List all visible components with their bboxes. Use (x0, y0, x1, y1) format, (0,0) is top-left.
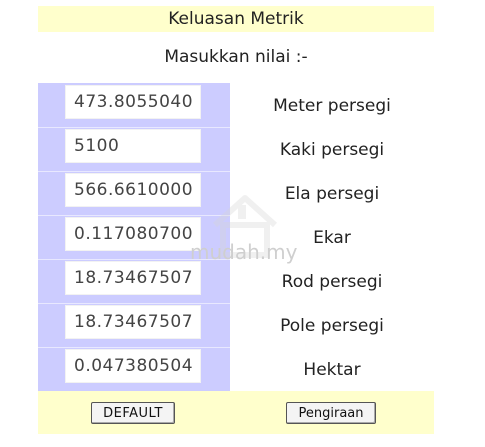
calculate-button[interactable]: Pengiraan (286, 402, 376, 424)
instruction-text: Masukkan nilai :- (164, 47, 308, 67)
unit-label-square-meter: Meter persegi (273, 96, 391, 116)
square-foot-input[interactable]: 5100 (65, 129, 201, 163)
unit-label-square-pole: Pole persegi (280, 316, 384, 336)
square-pole-input[interactable]: 18.73467507 (65, 305, 201, 339)
square-rod-input[interactable]: 18.73467507 (65, 261, 201, 295)
row-divider (38, 347, 230, 348)
unit-label-square-rod: Rod persegi (281, 272, 383, 292)
square-meter-input[interactable]: 473.8055040 (65, 85, 201, 119)
default-button[interactable]: DEFAULT (91, 402, 175, 424)
title-bar: Keluasan Metrik (38, 6, 434, 32)
page-title: Keluasan Metrik (168, 9, 304, 29)
row-divider (38, 171, 230, 172)
square-yard-input[interactable]: 566.6610000 (65, 173, 201, 207)
row-divider (38, 303, 230, 304)
converter-page: Keluasan Metrik Masukkan nilai :- 473.80… (0, 0, 485, 447)
unit-label-square-foot: Kaki persegi (279, 140, 385, 160)
hectare-input[interactable]: 0.047380504 (65, 349, 201, 383)
row-divider (38, 215, 230, 216)
row-divider (38, 259, 230, 260)
acre-input[interactable]: 0.117080700 (65, 217, 201, 251)
unit-label-acre: Ekar (313, 228, 351, 248)
unit-label-square-yard: Ela persegi (284, 184, 380, 204)
unit-label-hectare: Hektar (303, 360, 361, 380)
row-divider (38, 127, 230, 128)
